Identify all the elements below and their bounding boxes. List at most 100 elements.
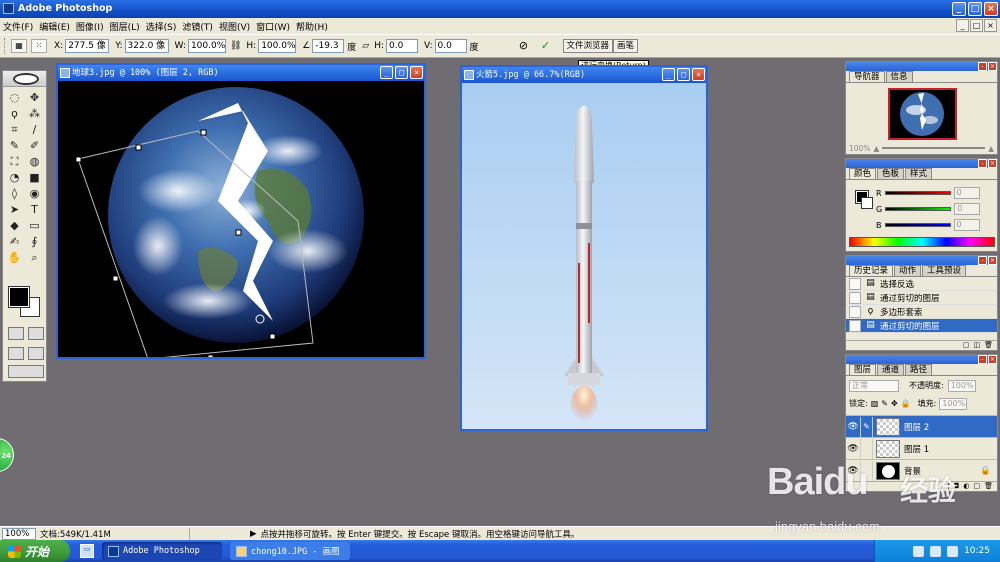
navigator-thumbnail[interactable] [888,88,957,140]
zoom-slider[interactable] [882,147,986,149]
menu-filter[interactable]: 滤镜(T) [182,20,219,33]
palette-header[interactable]: - × [846,256,997,265]
tab-swatches[interactable]: 色板 [877,168,905,179]
pen-tool-icon[interactable]: ◆ [6,218,24,234]
tab-navigator[interactable]: 导航器 [849,71,885,82]
trash-icon[interactable]: 🗑 [984,341,993,350]
lock-transparency-icon[interactable]: ▨ [871,399,879,408]
tab-info[interactable]: 信息 [885,71,913,82]
opacity-input[interactable]: 100% [947,379,976,392]
height-input[interactable]: 100.0% [258,39,297,53]
tab-paths[interactable]: 路径 [905,364,933,375]
screen-mode-full-icon[interactable] [28,347,44,360]
eyedropper-tool-icon[interactable]: ∮ [26,234,44,250]
navigator-zoom[interactable]: 100% [849,144,870,153]
type-tool-icon[interactable]: T [26,202,44,218]
doc-close-button[interactable]: × [410,66,423,79]
canvas-earth[interactable] [58,81,424,357]
palette-close-button[interactable]: × [988,159,997,168]
blend-mode-select[interactable]: 正常 [849,379,899,392]
doc-minimize-button[interactable]: _ [662,68,675,81]
maximize-button[interactable]: □ [968,2,982,16]
tray-ime-icon[interactable] [947,545,959,557]
palette-minimize-button[interactable]: - [978,355,987,364]
palette-header[interactable]: - × [846,355,997,364]
task-photoshop[interactable]: Adobe Photoshop [102,542,222,560]
notes-tool-icon[interactable]: ✍ [6,234,24,250]
brush-tool-icon[interactable]: ✐ [26,138,44,154]
stamp-tool-icon[interactable]: ⛶ [6,154,24,170]
foreground-color-swatch[interactable] [8,286,30,308]
menu-image[interactable]: 图像(I) [76,20,110,33]
layer-row[interactable]: 👁 ✎ 图层 2 [846,415,997,437]
tab-file-browser[interactable]: 文件浏览器 [562,39,614,53]
menu-window[interactable]: 窗口(W) [256,20,296,33]
palette-minimize-button[interactable]: - [978,256,987,265]
lock-paint-icon[interactable]: ✎ [881,399,888,408]
tab-brushes[interactable]: 画笔 [613,39,639,53]
layer-brush-icon[interactable]: ✎ [860,416,873,437]
history-brush-source-checkbox[interactable] [849,319,861,332]
link-icon[interactable]: ⛓ [230,41,241,51]
tool-preset-icon[interactable]: ▦ [11,39,27,53]
color-bg-swatch[interactable] [861,197,873,209]
blur-tool-icon[interactable]: ◊ [6,186,24,202]
green-badge[interactable]: 24 [0,438,14,472]
minimize-button[interactable]: _ [952,2,966,16]
width-input[interactable]: 100.0% [187,39,226,53]
g-slider[interactable] [885,207,952,211]
tab-styles[interactable]: 样式 [905,168,933,179]
options-grip[interactable] [4,38,7,54]
eraser-tool-icon[interactable]: ◔ [6,170,24,186]
layer-visibility-eye-icon[interactable]: 👁 [846,422,860,432]
y-input[interactable]: 322.0 像 [124,39,169,53]
doc-close-button[interactable]: × [692,68,705,81]
doc-minimize-button[interactable]: _ [956,19,969,32]
zoom-input[interactable]: 100% [2,527,36,540]
magic-wand-tool-icon[interactable]: ⁂ [26,106,44,122]
new-snapshot-icon[interactable]: ◫ [973,341,980,350]
b-input[interactable]: 0 [953,219,980,231]
menu-edit[interactable]: 编辑(E) [39,20,76,33]
menu-layer[interactable]: 图层(L) [110,20,146,33]
tab-tool-presets[interactable]: 工具预设 [922,265,967,276]
slice-tool-icon[interactable]: ∕ [26,122,44,138]
r-slider[interactable] [884,191,951,195]
status-menu-arrow-icon[interactable]: ▶ [250,529,257,539]
doc-size[interactable]: 文档:549K/1.41M [40,527,190,540]
commit-transform-icon[interactable]: ✓ [539,39,553,53]
lock-move-icon[interactable]: ✥ [891,399,898,408]
zoom-out-icon[interactable]: ▲ [873,144,879,153]
history-item[interactable]: ▤ 选择反选 [846,277,997,291]
document-title-earth[interactable]: 地球3.jpg @ 100% (图层 2, RGB) _ □ × [58,65,424,81]
history-item[interactable]: ϙ 多边形套索 [846,305,997,319]
palette-close-button[interactable]: × [988,355,997,364]
palette-minimize-button[interactable]: - [978,159,987,168]
zoom-tool-icon[interactable]: ⌕ [26,250,44,266]
start-button[interactable]: 开始 [0,540,70,562]
r-input[interactable]: 0 [953,187,980,199]
tab-history[interactable]: 历史记录 [849,265,894,276]
menu-help[interactable]: 帮助(H) [296,20,334,33]
history-brush-tool-icon[interactable]: ◍ [26,154,44,170]
path-select-tool-icon[interactable]: ➤ [6,202,24,218]
tab-color[interactable]: 颜色 [849,168,877,179]
task-paint[interactable]: chong10.JPG - 画图 [230,542,350,560]
menu-select[interactable]: 选择(S) [146,20,183,33]
layer-visibility-eye-icon[interactable]: 👁 [846,444,860,454]
shape-tool-icon[interactable]: ▭ [26,218,44,234]
doc-maximize-button[interactable]: □ [677,68,690,81]
palette-minimize-button[interactable]: - [978,62,987,71]
color-spectrum-bar[interactable] [849,237,995,247]
quickmask-mode-icon[interactable] [28,327,44,340]
dodge-tool-icon[interactable]: ◉ [26,186,44,202]
palette-header[interactable]: - × [846,159,997,168]
history-brush-source-checkbox[interactable] [849,277,861,290]
standard-mode-icon[interactable] [8,327,24,340]
tab-layers[interactable]: 图层 [849,364,877,375]
tab-actions[interactable]: 动作 [894,265,922,276]
document-title-rocket[interactable]: 火箭5.jpg @ 66.7%(RGB) _ □ × [462,67,706,83]
history-brush-source-checkbox[interactable] [849,305,861,318]
clock[interactable]: 10:25 [964,546,990,556]
menu-view[interactable]: 视图(V) [219,20,256,33]
